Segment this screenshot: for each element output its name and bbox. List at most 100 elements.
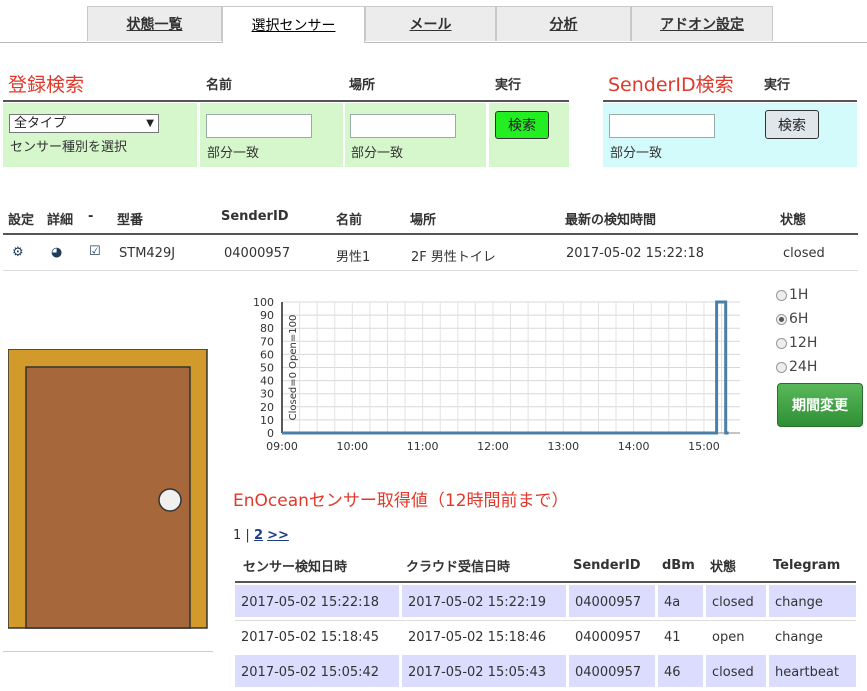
door-divider <box>3 651 213 652</box>
y-tick-label: 40 <box>260 375 274 388</box>
x-tick-label: 13:00 <box>547 440 579 453</box>
sensor-type-select[interactable]: 全タイプ ▼ <box>9 114 159 133</box>
tab-addon-settings[interactable]: アドオン設定 <box>631 6 773 41</box>
gear-icon[interactable]: ⚙ <box>12 245 24 260</box>
r2-receive: 2017-05-02 15:18:46 <box>408 630 547 645</box>
r3-detect: 2017-05-02 15:05:42 <box>241 665 380 680</box>
sender-id-input[interactable] <box>609 114 715 138</box>
period-12h[interactable]: 12H <box>776 335 817 351</box>
th-enocean-status: 状態 <box>710 560 737 575</box>
change-period-button[interactable]: 期間変更 <box>777 383 863 427</box>
period-24h-label: 24H <box>789 359 818 375</box>
r2-telegram: change <box>775 630 823 645</box>
col-place-header: 場所 <box>349 78 376 93</box>
tab-mail[interactable]: メール <box>365 6 496 41</box>
th-model: 型番 <box>117 213 144 228</box>
pager-current: 1 <box>233 528 242 543</box>
sender-exec-header: 実行 <box>764 78 791 93</box>
door-state-chart: 100908070605040302010009:00 10:00 11:00 12:… <box>253 296 740 453</box>
r1-detect: 2017-05-02 15:22:18 <box>241 595 380 610</box>
enocean-table-divider <box>235 581 856 583</box>
register-search-title: 登録検索 <box>8 74 85 96</box>
th-cloud-receive: クラウド受信日時 <box>406 560 511 575</box>
period-6h[interactable]: 6H <box>776 311 808 327</box>
r1-dbm: 4a <box>664 595 681 610</box>
th-status: 状態 <box>780 213 807 228</box>
pager-separator: | <box>245 528 250 543</box>
radio-1h[interactable] <box>776 289 787 301</box>
y-tick-label: 70 <box>260 335 274 348</box>
r3-sender: 04000957 <box>575 665 642 680</box>
th-settings: 設定 <box>8 213 35 228</box>
cell-model: STM429J <box>119 246 176 261</box>
register-divider <box>3 100 569 102</box>
th-detail: 詳細 <box>47 213 74 228</box>
tab-bar: 状態一覧 選択センサー メール 分析 アドオン設定 <box>0 0 867 43</box>
th-telegram: Telegram <box>773 558 841 573</box>
th-dash: - <box>88 209 94 224</box>
radio-24h[interactable] <box>776 361 787 373</box>
th-sensor-detect: センサー検知日時 <box>243 560 348 575</box>
sender-search-button[interactable]: 検索 <box>765 110 819 139</box>
checkbox-icon[interactable]: ☑ <box>89 244 101 259</box>
type-cell <box>3 103 197 167</box>
register-search-button[interactable]: 検索 <box>495 111 549 139</box>
r1-sender: 04000957 <box>575 595 642 610</box>
door-illustration <box>8 349 208 629</box>
tab-status-list[interactable]: 状態一覧 <box>87 6 222 41</box>
th-dbm: dBm <box>662 558 695 573</box>
col-name-header: 名前 <box>206 78 233 93</box>
period-6h-label: 6H <box>789 311 809 327</box>
y-tick-label: 30 <box>260 388 274 401</box>
pager: 1 | 2 >> <box>233 528 289 543</box>
y-tick-label: 0 <box>267 427 274 440</box>
dashboard-icon[interactable]: ◕ <box>51 245 62 260</box>
th-place: 場所 <box>410 213 437 228</box>
x-tick-label: 12:00 <box>477 440 509 453</box>
cell-name: 男性1 <box>336 250 371 265</box>
radio-6h[interactable] <box>776 313 787 325</box>
tab-analysis[interactable]: 分析 <box>496 6 631 41</box>
sensor-type-hint: センサー種別を選択 <box>10 140 128 155</box>
enocean-title: EnOceanセンサー取得値（12時間前まで） <box>233 491 569 511</box>
name-search-input[interactable] <box>206 114 312 138</box>
x-tick-label: 14:00 <box>618 440 650 453</box>
r3-status: closed <box>712 665 754 680</box>
r2-detect: 2017-05-02 15:18:45 <box>241 630 380 645</box>
sensor-table-divider <box>3 233 858 235</box>
y-tick-label: 10 <box>260 414 274 427</box>
col-exec-header: 実行 <box>495 78 522 93</box>
x-tick-label: 11:00 <box>407 440 439 453</box>
th-enocean-sender-id: SenderID <box>573 558 641 573</box>
r2-sender: 04000957 <box>575 630 642 645</box>
place-hint: 部分一致 <box>351 146 404 161</box>
door-knob <box>158 488 182 512</box>
th-sender-id: SenderID <box>221 209 289 224</box>
x-tick-label: 10:00 <box>336 440 368 453</box>
radio-12h[interactable] <box>776 337 787 349</box>
place-search-input[interactable] <box>350 114 456 138</box>
period-12h-label: 12H <box>789 335 818 351</box>
th-last-detect: 最新の検知時間 <box>565 213 657 228</box>
sensor-type-value: 全タイプ <box>14 116 67 131</box>
row2-top-line <box>235 620 856 621</box>
chevron-down-icon: ▼ <box>146 118 154 129</box>
period-1h[interactable]: 1H <box>776 287 808 303</box>
pager-page-2[interactable]: 2 <box>254 528 263 543</box>
sender-search-title: SenderID検索 <box>608 74 734 96</box>
th-name: 名前 <box>336 213 363 228</box>
y-tick-label: 20 <box>260 401 274 414</box>
y-tick-label: 80 <box>260 322 274 335</box>
r3-dbm: 46 <box>664 665 681 680</box>
cell-sender-id: 04000957 <box>224 246 291 261</box>
period-24h[interactable]: 24H <box>776 359 817 375</box>
r2-status: open <box>712 630 745 645</box>
pager-next[interactable]: >> <box>267 528 289 543</box>
y-tick-label: 50 <box>260 362 274 375</box>
name-hint: 部分一致 <box>207 146 260 161</box>
y-tick-label: 60 <box>260 348 274 361</box>
r3-receive: 2017-05-02 15:05:43 <box>408 665 547 680</box>
y-axis-label: Closed=0 Open=100 <box>288 315 299 421</box>
tab-selected-sensor[interactable]: 選択センサー <box>222 6 365 43</box>
x-tick-label: 15:00 <box>688 440 720 453</box>
